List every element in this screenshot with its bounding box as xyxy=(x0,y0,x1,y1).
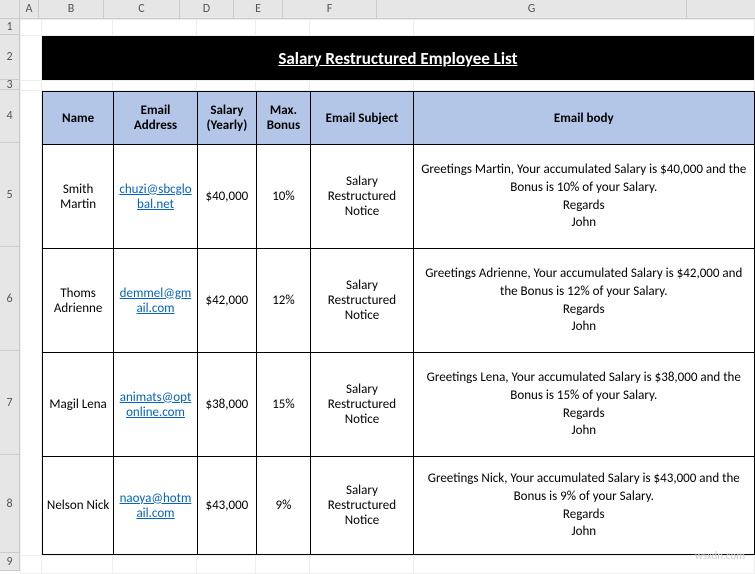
cell-body[interactable]: Greetings Nick, Your accumulated Salary … xyxy=(414,457,754,555)
spreadsheet: A B C D E F G 1 2 3 4 5 6 7 8 9 Salary R… xyxy=(0,0,755,568)
th-bonus[interactable]: Max. Bonus xyxy=(257,92,311,145)
col-header-f[interactable]: F xyxy=(283,0,377,18)
grid-row[interactable]: Salary Restructured Employee List xyxy=(21,36,755,81)
cell-email[interactable]: animats@optonline.com xyxy=(114,353,197,457)
col-header-b[interactable]: B xyxy=(39,0,104,18)
email-link[interactable]: animats@optonline.com xyxy=(120,390,192,420)
page-title: Salary Restructured Employee List xyxy=(41,36,754,81)
table-header-row: Name Email Address Salary (Yearly) Max. … xyxy=(42,92,754,145)
table-row: Magil Lena animats@optonline.com $38,000… xyxy=(42,353,754,457)
col-header-a[interactable]: A xyxy=(20,0,39,18)
row-header-8[interactable]: 8 xyxy=(0,455,19,553)
cell-name[interactable]: Smith Martin xyxy=(42,145,113,249)
row-header-1[interactable]: 1 xyxy=(0,19,19,35)
cell-email[interactable]: naoya@hotmail.com xyxy=(114,457,197,555)
cell-subject[interactable]: Salary Restructured Notice xyxy=(310,249,413,353)
col-header-d[interactable]: D xyxy=(180,0,234,18)
th-salary[interactable]: Salary (Yearly) xyxy=(197,92,256,145)
cell-subject[interactable]: Salary Restructured Notice xyxy=(310,457,413,555)
cell-name[interactable]: Nelson Nick xyxy=(42,457,113,555)
cell-subject[interactable]: Salary Restructured Notice xyxy=(310,145,413,249)
grid-row[interactable] xyxy=(21,81,755,91)
cell-bonus[interactable]: 12% xyxy=(257,249,311,353)
cell-email[interactable]: demmel@gmail.com xyxy=(114,249,197,353)
cell-salary[interactable]: $38,000 xyxy=(197,353,256,457)
email-link[interactable]: naoya@hotmail.com xyxy=(120,491,192,521)
column-header-row: A B C D E F G xyxy=(0,0,755,19)
cell-bonus[interactable]: 9% xyxy=(257,457,311,555)
th-name[interactable]: Name xyxy=(42,92,113,145)
cell-bonus[interactable]: 15% xyxy=(257,353,311,457)
cell-email[interactable]: chuzi@sbcglobal.net xyxy=(114,145,197,249)
th-body[interactable]: Email body xyxy=(414,92,754,145)
col-header-e[interactable]: E xyxy=(234,0,283,18)
row-header-2[interactable]: 2 xyxy=(0,35,19,80)
cell-name[interactable]: Magil Lena xyxy=(42,353,113,457)
row-header-6[interactable]: 6 xyxy=(0,247,19,351)
row-header-5[interactable]: 5 xyxy=(0,143,19,247)
cell-bonus[interactable]: 10% xyxy=(257,145,311,249)
grid-row[interactable]: Name Email Address Salary (Yearly) Max. … xyxy=(21,91,755,556)
cell-salary[interactable]: $40,000 xyxy=(197,145,256,249)
employee-table: Name Email Address Salary (Yearly) Max. … xyxy=(42,91,755,555)
row-header-4[interactable]: 4 xyxy=(0,90,19,143)
th-subject[interactable]: Email Subject xyxy=(310,92,413,145)
cell-body[interactable]: Greetings Lena, Your accumulated Salary … xyxy=(414,353,754,457)
table-row: Smith Martin chuzi@sbcglobal.net $40,000… xyxy=(42,145,754,249)
select-all-corner[interactable] xyxy=(0,0,20,18)
email-link[interactable]: chuzi@sbcglobal.net xyxy=(119,182,191,212)
cell-body[interactable]: Greetings Martin, Your accumulated Salar… xyxy=(414,145,754,249)
row-header-9[interactable]: 9 xyxy=(0,553,19,571)
cell-subject[interactable]: Salary Restructured Notice xyxy=(310,353,413,457)
grid-row[interactable] xyxy=(21,20,755,36)
row-header-7[interactable]: 7 xyxy=(0,351,19,455)
cell-name[interactable]: Thoms Adrienne xyxy=(42,249,113,353)
cell-salary[interactable]: $43,000 xyxy=(197,457,256,555)
table-row: Nelson Nick naoya@hotmail.com $43,000 9%… xyxy=(42,457,754,555)
cell-salary[interactable]: $42,000 xyxy=(197,249,256,353)
email-link[interactable]: demmel@gmail.com xyxy=(120,286,192,316)
grid-row[interactable] xyxy=(21,556,755,574)
sheet-body: Salary Restructured Employee List Name E… xyxy=(20,19,755,574)
watermark: wsxdn.com xyxy=(695,549,745,562)
row-header-col: 1 2 3 4 5 6 7 8 9 xyxy=(0,19,20,571)
cell-body[interactable]: Greetings Adrienne, Your accumulated Sal… xyxy=(414,249,754,353)
col-header-c[interactable]: C xyxy=(104,0,180,18)
col-header-g[interactable]: G xyxy=(377,0,687,18)
row-header-3[interactable]: 3 xyxy=(0,80,19,90)
th-email[interactable]: Email Address xyxy=(114,92,197,145)
table-row: Thoms Adrienne demmel@gmail.com $42,000 … xyxy=(42,249,754,353)
